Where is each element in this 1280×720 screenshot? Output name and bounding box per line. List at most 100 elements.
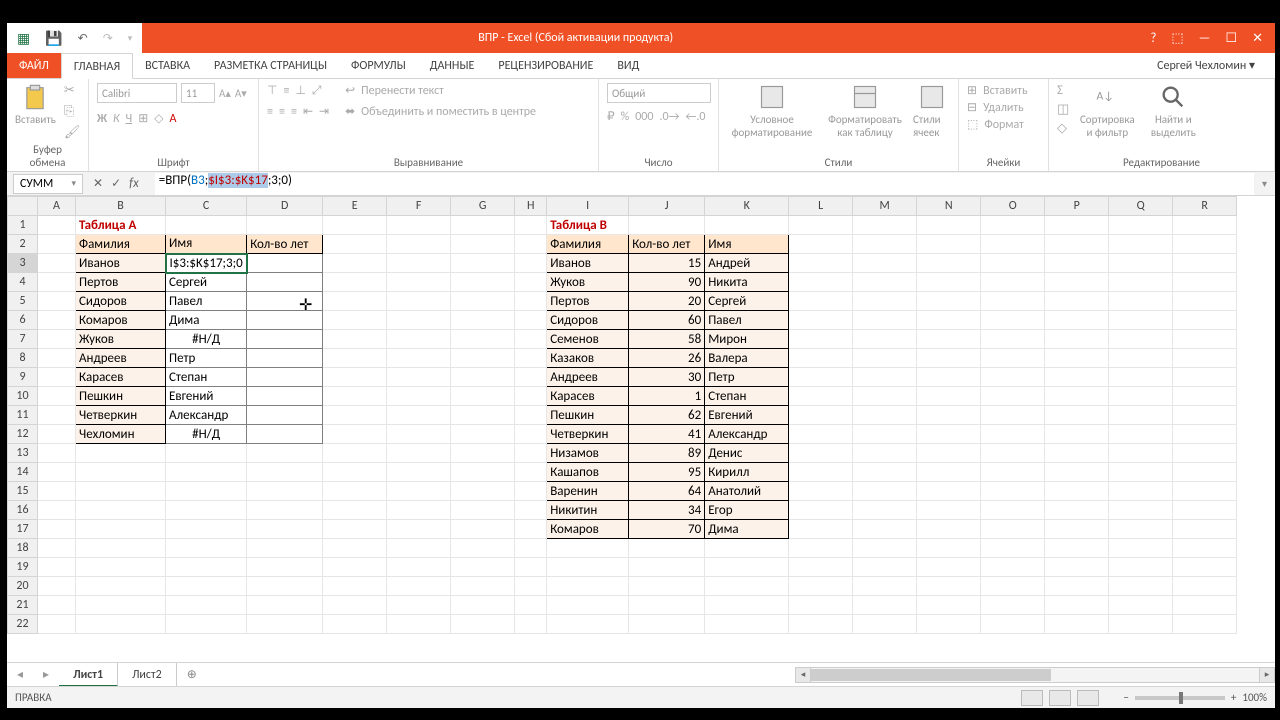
- cell-G3[interactable]: [451, 254, 515, 273]
- col-header-L[interactable]: L: [789, 197, 853, 216]
- cell-L9[interactable]: [789, 368, 853, 387]
- cell-G10[interactable]: [451, 387, 515, 406]
- cell-K11[interactable]: Евгений: [705, 406, 789, 425]
- cell-N3[interactable]: [917, 254, 981, 273]
- cell-J12[interactable]: 41: [629, 425, 705, 444]
- cell-P4[interactable]: [1045, 273, 1109, 292]
- cell-D22[interactable]: [247, 615, 323, 634]
- cell-N5[interactable]: [917, 292, 981, 311]
- cell-D12[interactable]: [247, 425, 323, 444]
- cell-E20[interactable]: [323, 577, 387, 596]
- row-header-18[interactable]: 18: [8, 539, 38, 558]
- cell-N14[interactable]: [917, 463, 981, 482]
- cell-H22[interactable]: [515, 615, 547, 634]
- cell-C8[interactable]: Петр: [166, 349, 247, 368]
- cell-J5[interactable]: 20: [629, 292, 705, 311]
- cell-L3[interactable]: [789, 254, 853, 273]
- cell-B3[interactable]: Иванов: [76, 254, 166, 273]
- select-all-corner[interactable]: [8, 197, 38, 216]
- row-header-4[interactable]: 4: [8, 273, 38, 292]
- cell-R8[interactable]: [1173, 349, 1237, 368]
- cell-H9[interactable]: [515, 368, 547, 387]
- cell-Q8[interactable]: [1109, 349, 1173, 368]
- cell-I14[interactable]: Кашапов: [547, 463, 629, 482]
- cell-B6[interactable]: Комаров: [76, 311, 166, 330]
- cell-B9[interactable]: Карасев: [76, 368, 166, 387]
- cell-G5[interactable]: [451, 292, 515, 311]
- cell-M4[interactable]: [853, 273, 917, 292]
- cell-L14[interactable]: [789, 463, 853, 482]
- cell-B16[interactable]: [76, 501, 166, 520]
- cell-H13[interactable]: [515, 444, 547, 463]
- cell-B15[interactable]: [76, 482, 166, 501]
- merge-icon[interactable]: ⬌: [345, 104, 355, 119]
- fill-icon[interactable]: ◫: [1057, 102, 1069, 117]
- cell-D7[interactable]: [247, 330, 323, 349]
- cell-E17[interactable]: [323, 520, 387, 539]
- cell-N22[interactable]: [917, 615, 981, 634]
- page-break-view-button[interactable]: [1077, 690, 1099, 706]
- format-painter-icon[interactable]: 🖌: [64, 125, 81, 140]
- cell-Q15[interactable]: [1109, 482, 1173, 501]
- help-icon[interactable]: ?: [1144, 31, 1162, 46]
- cell-C18[interactable]: [166, 539, 247, 558]
- cell-I22[interactable]: [547, 615, 629, 634]
- tab-view[interactable]: ВИД: [605, 53, 651, 78]
- cell-Q17[interactable]: [1109, 520, 1173, 539]
- cell-G9[interactable]: [451, 368, 515, 387]
- cell-M7[interactable]: [853, 330, 917, 349]
- sheet-tab-2[interactable]: Лист2: [118, 663, 177, 687]
- cell-K12[interactable]: Александр: [705, 425, 789, 444]
- worksheet-area[interactable]: ABCDEFGHIJKLMNOPQR1Таблица AТаблица B2Фа…: [7, 196, 1275, 662]
- zoom-in-icon[interactable]: +: [1231, 691, 1236, 704]
- cell-G14[interactable]: [451, 463, 515, 482]
- cell-A8[interactable]: [38, 349, 76, 368]
- cell-B12[interactable]: Чехломин: [76, 425, 166, 444]
- cell-F5[interactable]: [387, 292, 451, 311]
- cell-F2[interactable]: [387, 235, 451, 254]
- fx-icon[interactable]: fx: [129, 176, 145, 191]
- cell-K20[interactable]: [705, 577, 789, 596]
- row-header-17[interactable]: 17: [8, 520, 38, 539]
- cell-K10[interactable]: Степан: [705, 387, 789, 406]
- cell-L8[interactable]: [789, 349, 853, 368]
- col-header-F[interactable]: F: [387, 197, 451, 216]
- cell-L4[interactable]: [789, 273, 853, 292]
- zoom-slider[interactable]: − + 100%: [1123, 691, 1267, 704]
- cell-M18[interactable]: [853, 539, 917, 558]
- col-header-P[interactable]: P: [1045, 197, 1109, 216]
- cell-P18[interactable]: [1045, 539, 1109, 558]
- cell-I2[interactable]: Фамилия: [547, 235, 629, 254]
- cell-G4[interactable]: [451, 273, 515, 292]
- decrease-font-icon[interactable]: A▾: [235, 87, 247, 100]
- cell-J2[interactable]: Кол-во лет: [629, 235, 705, 254]
- row-header-6[interactable]: 6: [8, 311, 38, 330]
- cell-P8[interactable]: [1045, 349, 1109, 368]
- cell-F10[interactable]: [387, 387, 451, 406]
- cell-O7[interactable]: [981, 330, 1045, 349]
- percent-icon[interactable]: %: [621, 110, 630, 124]
- cell-C1[interactable]: [166, 216, 247, 235]
- row-header-8[interactable]: 8: [8, 349, 38, 368]
- cell-B21[interactable]: [76, 596, 166, 615]
- cell-I6[interactable]: Сидоров: [547, 311, 629, 330]
- cell-A22[interactable]: [38, 615, 76, 634]
- autosum-icon[interactable]: Σ: [1057, 83, 1069, 98]
- row-header-14[interactable]: 14: [8, 463, 38, 482]
- cell-A11[interactable]: [38, 406, 76, 425]
- cell-R20[interactable]: [1173, 577, 1237, 596]
- col-header-H[interactable]: H: [515, 197, 547, 216]
- row-header-9[interactable]: 9: [8, 368, 38, 387]
- cell-O16[interactable]: [981, 501, 1045, 520]
- tab-formulas[interactable]: ФОРМУЛЫ: [339, 53, 418, 78]
- cell-D21[interactable]: [247, 596, 323, 615]
- col-header-N[interactable]: N: [917, 197, 981, 216]
- scroll-right-icon[interactable]: ▸: [1259, 667, 1275, 683]
- fill-color-button[interactable]: ◇: [154, 111, 163, 126]
- cell-Q12[interactable]: [1109, 425, 1173, 444]
- cell-B22[interactable]: [76, 615, 166, 634]
- cell-R22[interactable]: [1173, 615, 1237, 634]
- row-header-3[interactable]: 3: [8, 254, 38, 273]
- cell-O14[interactable]: [981, 463, 1045, 482]
- cell-Q14[interactable]: [1109, 463, 1173, 482]
